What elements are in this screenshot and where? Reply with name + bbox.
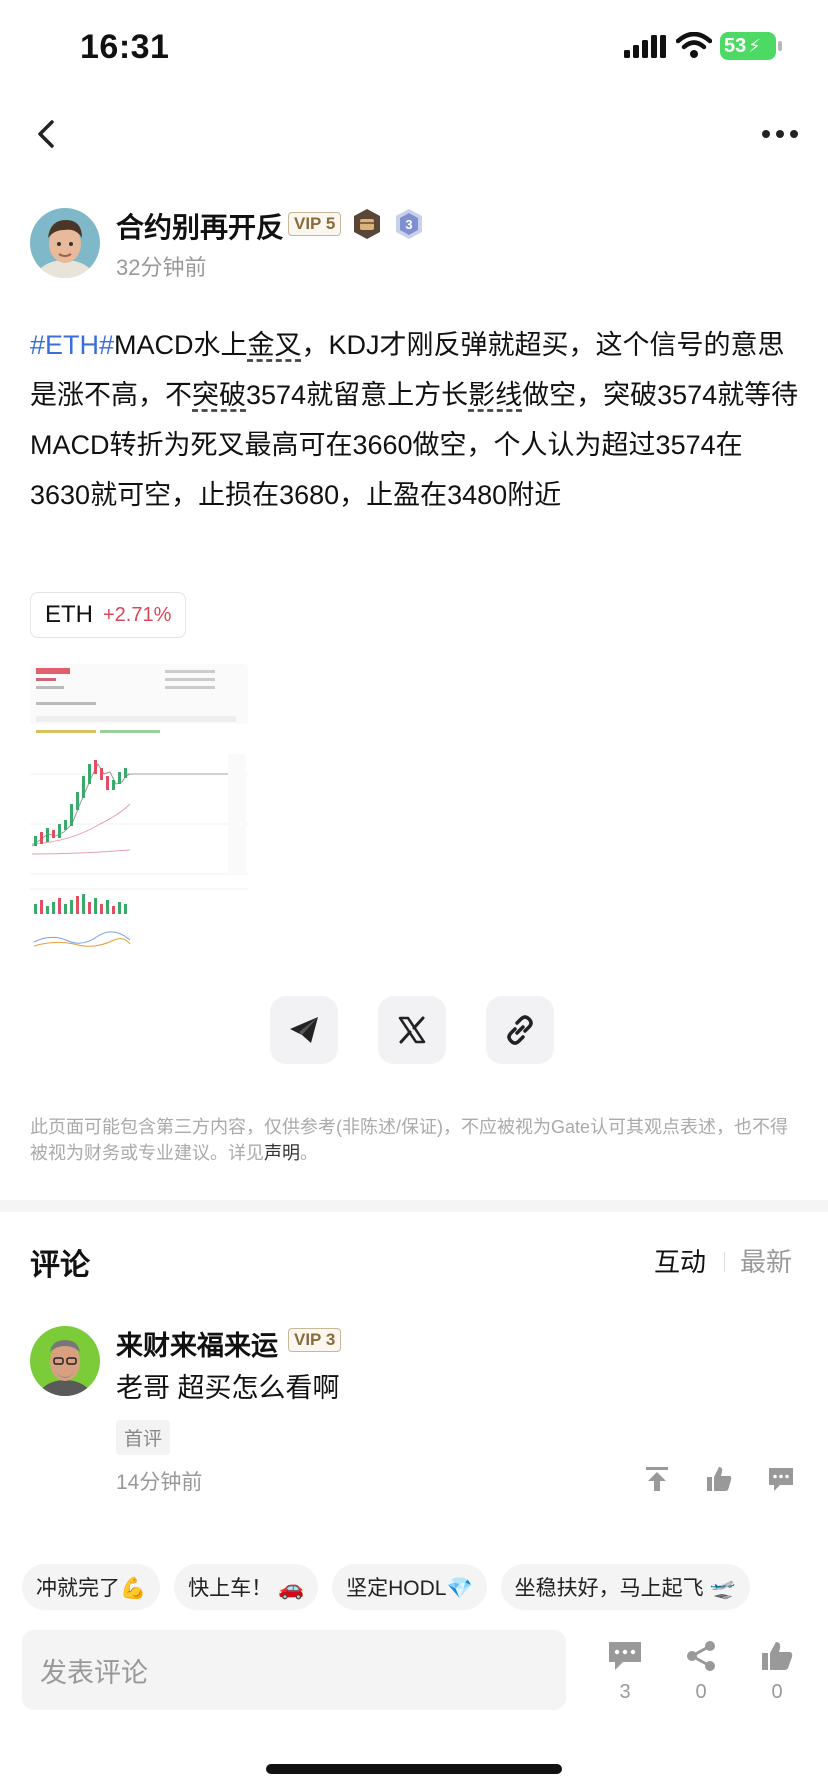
quick-reply-chip[interactable]: 快上车！ 🚗 [174, 1564, 319, 1610]
home-indicator [266, 1764, 562, 1774]
wifi-icon [676, 32, 712, 58]
share-x-button[interactable] [378, 996, 446, 1064]
more-options-icon[interactable] [760, 118, 800, 150]
level-number: 3 [406, 217, 413, 232]
disclaimer-text: 此页面可能包含第三方内容，仅供参考(非陈述/保证)，不应被视为Gate认可其观点… [30, 1117, 789, 1163]
cellular-signal-icon [624, 35, 666, 58]
link-icon [507, 1015, 533, 1045]
comments-count: 3 [619, 1681, 631, 1703]
tab-separator [724, 1252, 725, 1272]
author-name[interactable]: 合约别再开反 [116, 206, 284, 246]
term-link-golden-cross[interactable]: 金叉 [248, 330, 302, 360]
comment-time: 14分钟前 [116, 1471, 203, 1494]
term-link-breakout[interactable]: 突破 [192, 380, 246, 410]
comment-bubble-icon [609, 1642, 641, 1670]
coin-tag[interactable]: ETH +2.71% [30, 592, 187, 638]
quick-reply-chip[interactable]: 坚定HODL💎 [332, 1564, 487, 1610]
comments-count-button[interactable]: 3 [600, 1640, 650, 1704]
tab-interact[interactable]: 互动 [654, 1242, 706, 1279]
comment-item: 来财来福来运 VIP 3 老哥 超买怎么看啊 首评 14分钟前 [30, 1322, 798, 1502]
coin-change: +2.71% [103, 603, 172, 626]
disclaimer: 此页面可能包含第三方内容，仅供参考(非陈述/保证)，不应被视为Gate认可其观点… [30, 1114, 790, 1166]
like-count: 0 [771, 1681, 783, 1703]
post-text-1: MACD水上 [114, 330, 248, 360]
post-author: 合约别再开反 VIP 5 3 32分钟前 [30, 206, 810, 280]
share-count-button[interactable]: 0 [676, 1640, 726, 1704]
attached-chart-image[interactable] [30, 664, 248, 956]
post-content: #ETH#MACD水上金叉，KDJ才刚反弹就超买，这个信号的意思是涨不高，不突破… [30, 320, 800, 520]
charging-bolt-icon: ⚡ [748, 35, 761, 56]
post-time: 32分钟前 [116, 255, 207, 280]
thumbs-up-icon [762, 1642, 793, 1670]
status-time: 16:31 [80, 28, 170, 66]
author-badges: VIP 5 3 [288, 208, 425, 240]
commenter-avatar[interactable] [30, 1326, 100, 1396]
top-nav [0, 104, 828, 164]
like-icon[interactable] [704, 1464, 734, 1494]
like-count-button[interactable]: 0 [752, 1640, 802, 1704]
comment-text: 老哥 超买怎么看啊 [116, 1373, 340, 1403]
level-badge-icon: 3 [396, 209, 423, 239]
quick-reply-chip[interactable]: 坐稳扶好，马上起飞 🛫 [500, 1564, 750, 1610]
back-arrow-icon[interactable] [30, 116, 66, 152]
coin-symbol: ETH [45, 601, 93, 628]
status-bar: 16:31 53 ⚡ [0, 0, 828, 92]
battery-level: 53 [724, 34, 747, 57]
share-icon [687, 1641, 715, 1671]
battery-indicator: 53 ⚡ [720, 32, 782, 60]
tab-latest[interactable]: 最新 [740, 1242, 792, 1279]
quick-reply-chip[interactable]: 冲就完了💪 [22, 1564, 161, 1610]
vip-badge: VIP 5 [288, 212, 342, 236]
term-link-shadow-line[interactable]: 影线 [468, 380, 522, 410]
commenter-name[interactable]: 来财来福来运 [116, 1324, 278, 1363]
comments-title: 评论 [30, 1249, 90, 1282]
treasure-chest-medal-icon [354, 209, 381, 239]
author-avatar[interactable] [30, 208, 100, 278]
copy-link-button[interactable] [486, 996, 554, 1064]
share-count: 0 [695, 1681, 707, 1703]
quick-reply-bar: 冲就完了💪 快上车！ 🚗 坚定HODL💎 坐稳扶好，马上起飞 🛫 [22, 1564, 828, 1612]
hashtag-link[interactable]: #ETH# [30, 330, 114, 360]
first-comment-badge: 首评 [116, 1420, 171, 1455]
x-logo-icon [398, 1016, 426, 1044]
share-telegram-button[interactable] [270, 996, 338, 1064]
reply-comment-icon[interactable] [766, 1464, 796, 1494]
disclaimer-statement-link[interactable]: 声明 [264, 1143, 300, 1163]
disclaimer-end: 。 [300, 1143, 318, 1163]
pin-top-icon[interactable] [642, 1464, 672, 1494]
section-divider [0, 1200, 828, 1212]
commenter-vip-badge: VIP 3 [288, 1328, 342, 1352]
comment-input[interactable]: 发表评论 [22, 1630, 566, 1710]
telegram-icon [290, 1017, 318, 1043]
post-text-3: 3574就留意上方长 [246, 380, 469, 410]
battery-nub [778, 41, 782, 51]
comments-header: 评论 互动 最新 [30, 1238, 798, 1282]
